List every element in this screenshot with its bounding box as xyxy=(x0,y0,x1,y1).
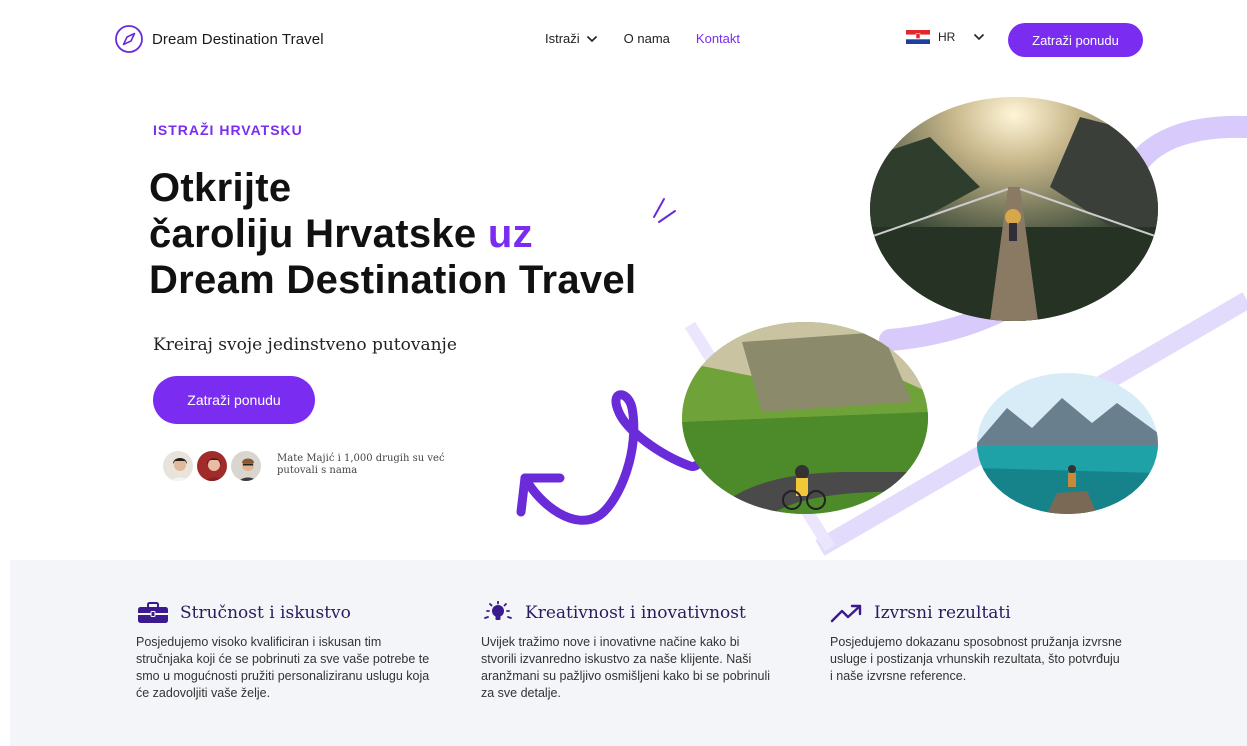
traveler-avatars xyxy=(161,449,271,483)
bridge-photo xyxy=(870,97,1158,321)
feature-text: Posjedujemo dokazanu sposobnost pružanja… xyxy=(830,635,1122,683)
sparkle-icon xyxy=(653,198,676,223)
hero-subtitle: Kreiraj svoje jedinstveno putovanje xyxy=(153,335,457,355)
hero-title: Otkrijte čaroliju Hrvatske uz Dream Dest… xyxy=(149,165,636,303)
hero-title-line3: Dream Destination Travel xyxy=(149,258,637,302)
lake-photo xyxy=(977,373,1158,514)
social-proof-text: Mate Majić i 1,000 drugih su već putoval… xyxy=(277,453,445,476)
feature-creativity: Kreativnost i inovativnost Uvijek tražim… xyxy=(481,601,781,702)
cyclist-photo xyxy=(682,322,928,514)
feature-text: Posjedujemo visoko kvalificiran i iskusa… xyxy=(136,635,430,700)
feature-title: Izvrsni rezultati xyxy=(874,603,1011,623)
feature-title: Stručnost i iskustvo xyxy=(180,603,351,623)
trending-up-icon xyxy=(830,604,862,623)
avatar xyxy=(161,449,195,483)
hero-title-accent: uz xyxy=(487,212,533,256)
features-section: Stručnost i iskustvo Posjedujemo visoko … xyxy=(10,560,1247,746)
feature-title: Kreativnost i inovativnost xyxy=(525,603,746,623)
request-offer-hero-button[interactable]: Zatraži ponudu xyxy=(153,376,315,424)
lightbulb-icon xyxy=(484,601,512,620)
feature-text: Uvijek tražimo nove i inovativne načine … xyxy=(481,635,771,700)
briefcase-icon xyxy=(138,602,168,623)
hero-eyebrow: ISTRAŽI HRVATSKU xyxy=(153,122,303,138)
feature-expertise: Stručnost i iskustvo Posjedujemo visoko … xyxy=(136,602,436,702)
avatar xyxy=(229,449,263,483)
avatar xyxy=(195,449,229,483)
hero-title-line2: čaroliju Hrvatske xyxy=(149,212,488,256)
feature-results: Izvrsni rezultati Posjedujemo dokazanu s… xyxy=(830,602,1130,685)
hero-title-line1: Otkrijte xyxy=(149,166,292,210)
